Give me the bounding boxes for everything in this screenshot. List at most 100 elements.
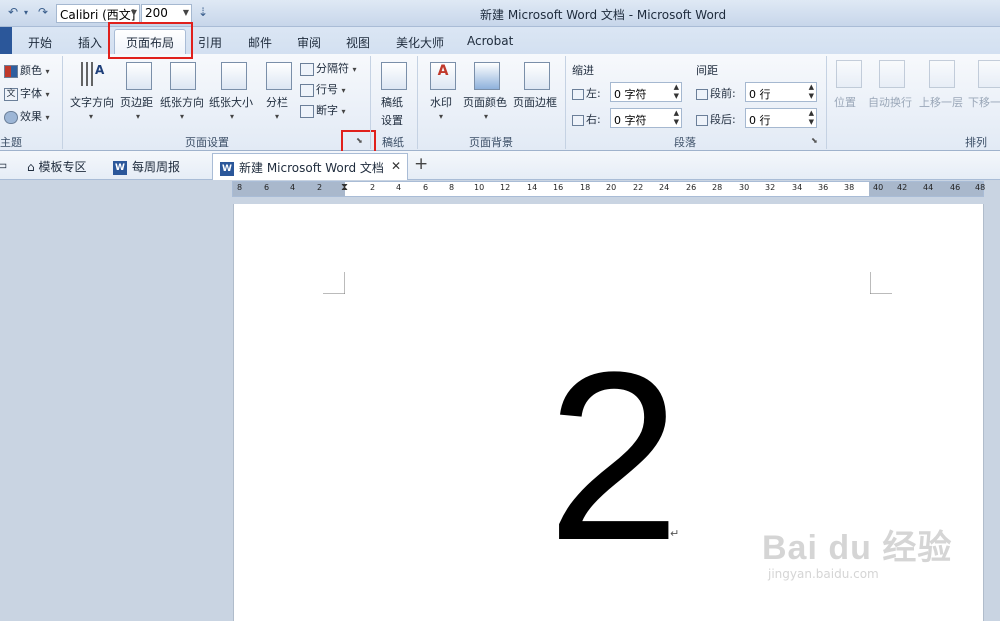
chevron-down-icon[interactable]: ▾	[136, 112, 140, 121]
chevron-down-icon[interactable]: ▾	[230, 112, 234, 121]
group-divider	[62, 56, 63, 149]
manuscript-settings-button[interactable]: 稿纸 设置	[381, 94, 403, 128]
columns-icon	[266, 62, 292, 90]
spacing-after-input[interactable]: 0 行 ▲ ▼	[745, 108, 817, 128]
spinner-arrows-icon[interactable]: ▲ ▼	[674, 109, 679, 127]
manuscript-line1: 稿纸	[381, 96, 403, 109]
group-label-page-setup: 页面设置	[185, 136, 229, 149]
ruler-number: 36	[818, 183, 829, 192]
breaks-icon	[300, 62, 314, 76]
page-size-button[interactable]: 纸张大小	[209, 94, 253, 110]
templates-tab[interactable]: ⌂ 模板专区	[27, 158, 86, 175]
page-color-button[interactable]: 页面颜色	[463, 94, 507, 110]
margins-button[interactable]: 页边距	[120, 94, 153, 110]
indent-right-input[interactable]: 0 字符 ▲ ▼	[610, 108, 682, 128]
text-direction-button[interactable]: 文字方向	[70, 94, 114, 110]
theme-fonts-button[interactable]: 文字体 ▾	[4, 85, 50, 101]
page-color-label: 页面颜色	[463, 96, 507, 109]
chevron-down-icon[interactable]: ▾	[180, 112, 184, 121]
chevron-down-icon[interactable]: ▾	[275, 112, 279, 121]
send-backward-button[interactable]: 下移一	[968, 94, 1000, 110]
chevron-down-icon: ▾	[341, 86, 346, 95]
indent-left-input[interactable]: 0 字符 ▲ ▼	[610, 82, 682, 102]
spinner-arrows-icon[interactable]: ▲ ▼	[809, 83, 814, 101]
tab-review[interactable]: 审阅	[297, 34, 321, 51]
orientation-button[interactable]: 纸张方向	[160, 94, 204, 110]
margins-icon	[126, 62, 152, 90]
group-label-manuscript: 稿纸	[382, 136, 404, 149]
chevron-down-icon[interactable]: ▼	[131, 8, 137, 17]
effects-icon	[4, 110, 18, 124]
horizontal-ruler[interactable]: 8 6 4 2 ⧗ 2 4 6 8 10 12 14 16 18 20 22 2…	[232, 181, 985, 197]
tab-beautify[interactable]: 美化大师	[396, 34, 444, 51]
indent-right-label: 右:	[572, 111, 601, 127]
tab-insert[interactable]: 插入	[78, 34, 102, 51]
indent-left-text: 左:	[586, 87, 601, 100]
spacing-after-text: 段后:	[710, 113, 736, 126]
document-text[interactable]: 2	[547, 336, 680, 576]
paragraph-launcher-icon[interactable]: ⬊	[811, 136, 818, 145]
active-document-title: 新建 Microsoft Word 文档	[239, 161, 384, 175]
font-size-combo[interactable]: 200 ▼	[141, 4, 192, 23]
add-tab-icon[interactable]: +	[414, 154, 428, 174]
chevron-down-icon[interactable]: ▾	[89, 112, 93, 121]
indent-right-icon	[572, 114, 584, 126]
active-document-label: W 新建 Microsoft Word 文档	[220, 159, 384, 176]
page-borders-icon	[524, 62, 550, 90]
line-numbers-button[interactable]: 行号 ▾	[300, 81, 346, 97]
columns-label: 分栏	[266, 96, 288, 109]
theme-effects-button[interactable]: 效果 ▾	[4, 108, 50, 124]
folder-icon[interactable]: ▭	[0, 158, 7, 172]
chevron-down-icon[interactable]: ▼	[183, 8, 189, 17]
ruler-number: 8	[237, 183, 243, 192]
bring-forward-button[interactable]: 上移一层	[919, 94, 963, 110]
chevron-down-icon: ▾	[45, 90, 50, 99]
group-divider	[565, 56, 566, 149]
spacing-before-label: 段前:	[696, 85, 736, 101]
spinner-arrows-icon[interactable]: ▲ ▼	[809, 109, 814, 127]
breaks-button[interactable]: 分隔符 ▾	[300, 60, 357, 76]
chevron-down-icon[interactable]: ▾	[439, 112, 443, 121]
weekly-report-tab[interactable]: W 每周周报	[113, 158, 180, 175]
templates-tab-label: 模板专区	[38, 160, 87, 174]
wrap-text-label: 自动换行	[868, 96, 912, 109]
watermark-button[interactable]: 水印	[430, 94, 452, 110]
watermark-icon: A	[430, 62, 456, 90]
tab-references[interactable]: 引用	[198, 34, 222, 51]
theme-colors-label: 颜色	[20, 64, 42, 77]
redo-icon[interactable]: ↷	[38, 5, 48, 19]
hyphenation-button[interactable]: 断字 ▾	[300, 102, 346, 118]
tab-home[interactable]: 开始	[28, 34, 52, 51]
theme-colors-button[interactable]: 颜色 ▾	[4, 62, 50, 78]
window-title: 新建 Microsoft Word 文档 - Microsoft Word	[480, 8, 727, 22]
spacing-before-input[interactable]: 0 行 ▲ ▼	[745, 82, 817, 102]
active-document-tab[interactable]: W 新建 Microsoft Word 文档 ✕	[212, 153, 408, 180]
file-tab[interactable]	[0, 27, 12, 54]
close-icon[interactable]: ✕	[391, 159, 401, 173]
group-label-arrange: 排列	[965, 136, 987, 149]
columns-button[interactable]: 分栏	[266, 94, 288, 110]
breaks-label: 分隔符	[316, 62, 349, 75]
customize-toolbar-icon[interactable]: ⇣	[198, 5, 208, 19]
orientation-label: 纸张方向	[160, 96, 204, 109]
send-backward-icon	[978, 60, 1000, 88]
spinner-arrows-icon[interactable]: ▲ ▼	[674, 83, 679, 101]
wrap-text-button[interactable]: 自动换行	[868, 94, 912, 110]
font-size-value: 200	[145, 6, 168, 20]
font-name-combo[interactable]: Calibri (西文] ▼	[56, 4, 140, 23]
ruler-indent-marker-icon[interactable]: ⧗	[341, 182, 348, 193]
spacing-title: 间距	[696, 64, 718, 77]
tab-acrobat[interactable]: Acrobat	[467, 34, 513, 48]
ruler-number: 32	[765, 183, 776, 192]
undo-dropdown-icon[interactable]: ▾	[24, 8, 28, 17]
position-button[interactable]: 位置	[834, 94, 856, 110]
chevron-down-icon[interactable]: ▾	[484, 112, 488, 121]
text-direction-icon: A	[79, 60, 105, 88]
undo-icon[interactable]: ↶	[8, 5, 18, 19]
page-borders-button[interactable]: 页面边框	[513, 94, 557, 110]
tab-view[interactable]: 视图	[346, 34, 370, 51]
ruler-number: 38	[844, 183, 855, 192]
tab-mailings[interactable]: 邮件	[248, 34, 272, 51]
orientation-icon	[170, 62, 196, 90]
position-label: 位置	[834, 96, 856, 109]
